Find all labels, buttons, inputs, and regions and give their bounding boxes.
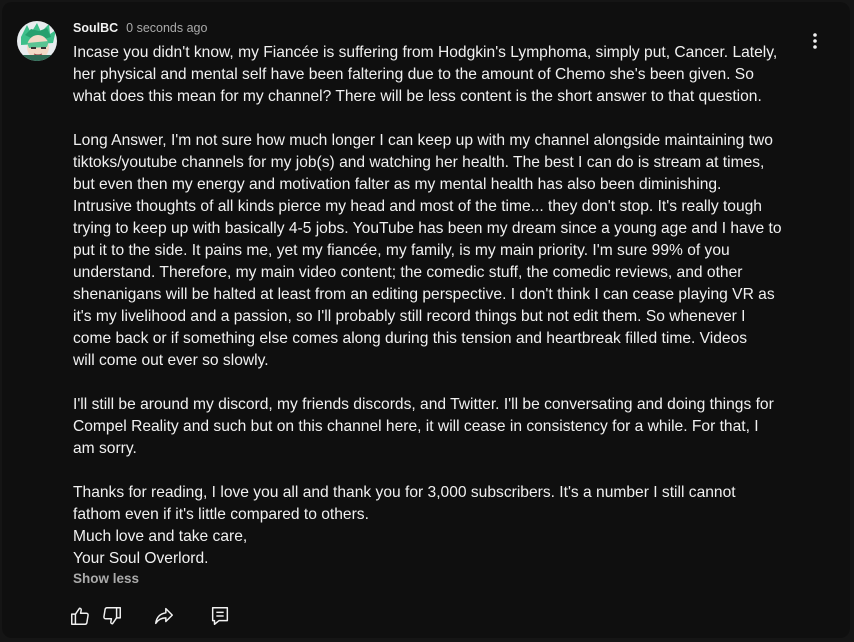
avatar-image [17, 21, 57, 61]
comment-line: Much love and take care, [73, 528, 248, 545]
comment-line: put it to the side. It pains me, yet my … [73, 242, 730, 259]
avatar[interactable] [17, 21, 57, 61]
comment-timestamp[interactable]: 0 seconds ago [126, 21, 207, 35]
comment-line: her physical and mental self have been f… [73, 66, 754, 83]
comment-paragraph: I'll still be around my discord, my frie… [73, 394, 799, 460]
comment-menu-button[interactable] [802, 28, 828, 54]
like-button[interactable] [64, 600, 96, 632]
comment-header: SoulBC 0 seconds ago [73, 21, 207, 39]
comment-paragraph: Thanks for reading, I love you all and t… [73, 482, 799, 570]
comment-line: Your Soul Overlord. [73, 550, 209, 567]
comment-panel: SoulBC 0 seconds ago Incase you didn't k… [2, 2, 850, 638]
reply-icon [211, 607, 229, 625]
comment-body: Incase you didn't know, my Fiancée is su… [73, 42, 799, 570]
comment-line: Long Answer, I'm not sure how much longe… [73, 132, 773, 149]
comment-line: Compel Reality and such but on this chan… [73, 418, 759, 435]
reply-button[interactable] [204, 600, 236, 632]
comment-line: I'll still be around my discord, my frie… [73, 396, 774, 413]
thumbs-up-icon [71, 607, 89, 625]
comment-line: but even then my energy and motivation f… [73, 176, 722, 193]
dislike-button[interactable] [96, 600, 128, 632]
comment-actions [64, 600, 236, 632]
share-button[interactable] [148, 600, 180, 632]
comment-line: it's my livelihood and a passion, so I'l… [73, 308, 746, 325]
comment-line: understand. Therefore, my main video con… [73, 264, 743, 281]
comment-line: will come out ever so slowly. [73, 352, 269, 369]
comment-line: trying to keep up with basically 4-5 job… [73, 220, 782, 237]
author-name[interactable]: SoulBC [73, 21, 118, 35]
comment-line: Incase you didn't know, my Fiancée is su… [73, 44, 778, 61]
comment-line: come back or if something else comes alo… [73, 330, 748, 347]
share-icon [155, 607, 173, 625]
comment-line: tiktoks/youtube channels for my job(s) a… [73, 154, 765, 171]
comment-line: Thanks for reading, I love you all and t… [73, 484, 736, 501]
thumbs-down-icon [103, 607, 121, 625]
comment-paragraph: Incase you didn't know, my Fiancée is su… [73, 42, 799, 108]
comment-paragraph: Long Answer, I'm not sure how much longe… [73, 130, 799, 372]
comment-line: fathom even if it's little compared to o… [73, 506, 369, 523]
comment-line: am sorry. [73, 440, 137, 457]
comment-line: shenanigans will be halted at least from… [73, 286, 775, 303]
comment-line: Intrusive thoughts of all kinds pierce m… [73, 198, 762, 215]
comment-line: what does this mean for my channel? Ther… [73, 88, 762, 105]
show-less-button[interactable]: Show less [73, 571, 139, 586]
more-vertical-icon [813, 33, 817, 49]
